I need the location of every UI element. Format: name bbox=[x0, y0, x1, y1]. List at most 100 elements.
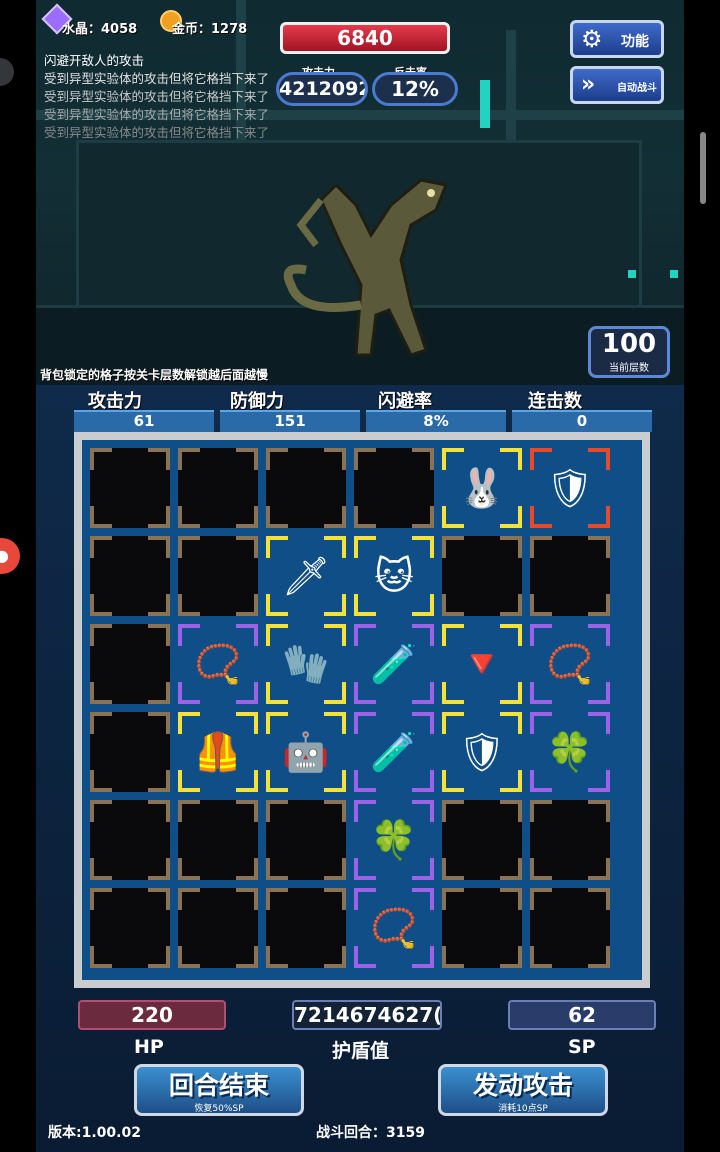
potion-shield-icon: 🧪 bbox=[370, 730, 418, 774]
log-line: 受到异型实验体的攻击但将它格挡下来了 bbox=[44, 89, 270, 104]
battle-log: 闪避开敌人的攻击 受到异型实验体的攻击但将它格挡下来了 受到异型实验体的攻击但将… bbox=[44, 52, 269, 142]
gold-armor-icon: 🛡 bbox=[545, 466, 595, 510]
fast-forward-icon: » bbox=[581, 72, 596, 97]
inventory-slot[interactable] bbox=[90, 800, 170, 880]
log-line: 闪避开敌人的攻击 bbox=[44, 53, 145, 68]
inventory-slot[interactable] bbox=[90, 624, 170, 704]
floor-number: 100 bbox=[601, 329, 657, 359]
enemy-hp-bar: 6840 bbox=[280, 22, 450, 54]
red-robot-icon: 🤖 bbox=[282, 730, 330, 774]
inventory-slot[interactable]: 🍀 bbox=[354, 800, 434, 880]
inventory-slot[interactable]: 📿 bbox=[530, 624, 610, 704]
sp-bar: 62 bbox=[508, 1000, 656, 1030]
clover-icon: 🍀 bbox=[370, 818, 418, 862]
stat-value-dodge: 8% bbox=[366, 410, 506, 432]
game-screen: 水晶：4058 金币：1278 6840 攻击力 4212092 反击率 12%… bbox=[36, 0, 684, 1152]
inventory-slot[interactable] bbox=[90, 888, 170, 968]
sword-icon: 🗡 bbox=[281, 554, 331, 598]
hp-bar: 220 bbox=[78, 1000, 226, 1030]
inventory-slot[interactable]: 🍀 bbox=[530, 712, 610, 792]
inventory-slot[interactable] bbox=[178, 800, 258, 880]
attack-label: 发动攻击 bbox=[472, 1071, 573, 1100]
gauntlet-icon: 🧤 bbox=[282, 642, 330, 686]
battle-scene: 水晶：4058 金币：1278 6840 攻击力 4212092 反击率 12%… bbox=[36, 0, 684, 388]
floating-user-icon[interactable]: ● bbox=[0, 538, 20, 574]
current-floor-box: 100 当前层数 bbox=[588, 326, 670, 378]
inventory-grid: 🐰 🛡 🗡 🐱 📿 🧤 🧪 🔻 📿 🦺 🤖 🧪 🛡 🍀 🍀 📿 bbox=[82, 440, 642, 980]
inventory-slot[interactable]: 🧪 bbox=[354, 624, 434, 704]
inventory-slot[interactable] bbox=[442, 800, 522, 880]
bunny-ears-icon: 🐰 bbox=[458, 466, 506, 510]
inventory-slot[interactable]: 🦺 bbox=[178, 712, 258, 792]
inventory-slot[interactable] bbox=[178, 888, 258, 968]
end-turn-label: 回合结束 bbox=[168, 1071, 269, 1100]
inventory-slot[interactable] bbox=[266, 800, 346, 880]
inventory-slot[interactable] bbox=[530, 888, 610, 968]
inventory-slot[interactable]: 🧤 bbox=[266, 624, 346, 704]
inventory-slot[interactable] bbox=[266, 448, 346, 528]
attack-subtext: 消耗10点SP bbox=[498, 1104, 548, 1114]
red-cape-icon: 🔻 bbox=[458, 642, 506, 686]
inventory-slot[interactable] bbox=[442, 888, 522, 968]
floor-label: 当前层数 bbox=[609, 363, 649, 374]
inventory-slot[interactable]: 📿 bbox=[178, 624, 258, 704]
log-line: 受到异型实验体的攻击但将它格挡下来了 bbox=[44, 107, 270, 122]
battle-round-text: 战斗回合：3159 bbox=[316, 1125, 425, 1141]
attack-button[interactable]: 发动攻击 消耗10点SP bbox=[438, 1064, 608, 1116]
counter-rate-value: 12% bbox=[372, 72, 458, 106]
inventory-slot[interactable]: 🐱 bbox=[354, 536, 434, 616]
clover-icon: 🍀 bbox=[546, 730, 594, 774]
function-button[interactable]: ⚙ 功能 bbox=[570, 20, 664, 58]
gold-count: 1278 bbox=[211, 22, 248, 37]
inventory-slot[interactable]: 📿 bbox=[354, 888, 434, 968]
inventory-slot[interactable] bbox=[530, 536, 610, 616]
inventory-slot[interactable] bbox=[530, 800, 610, 880]
shield-bar: 7214674627( bbox=[292, 1000, 442, 1030]
floating-chat-icon[interactable] bbox=[0, 58, 14, 86]
lucky-cat-icon: 🐱 bbox=[374, 554, 414, 598]
gold-label: 金币： bbox=[172, 22, 212, 37]
potion-shield-icon: 🧪 bbox=[370, 642, 418, 686]
inventory-slot[interactable] bbox=[354, 448, 434, 528]
inventory-slot[interactable]: 🛡 bbox=[530, 448, 610, 528]
stat-value-defense: 151 bbox=[220, 410, 360, 432]
auto-battle-button[interactable]: » 自动战斗 bbox=[570, 66, 664, 104]
inventory-slot[interactable]: 🤖 bbox=[266, 712, 346, 792]
inventory-slot[interactable]: 🗡 bbox=[266, 536, 346, 616]
inventory-slot[interactable] bbox=[90, 536, 170, 616]
inventory-slot[interactable]: 🛡 bbox=[442, 712, 522, 792]
attack-power-value: 4212092 bbox=[276, 72, 368, 106]
hp-label: HP bbox=[134, 1036, 164, 1058]
scrollbar[interactable] bbox=[700, 132, 706, 204]
inventory-slot[interactable]: 🐰 bbox=[442, 448, 522, 528]
inventory-unlock-hint: 背包锁定的格子按关卡层数解锁越后面越慢 bbox=[40, 368, 269, 382]
sp-label: SP bbox=[568, 1036, 596, 1058]
necklace-icon: 📿 bbox=[546, 642, 594, 686]
inventory-slot[interactable] bbox=[178, 448, 258, 528]
gear-icon: ⚙ bbox=[581, 25, 603, 53]
inventory-slot[interactable] bbox=[90, 712, 170, 792]
necklace-icon: 📿 bbox=[194, 642, 242, 686]
inventory-slot[interactable] bbox=[90, 448, 170, 528]
stat-value-combo: 0 bbox=[512, 410, 652, 432]
log-line: 受到异型实验体的攻击但将它格挡下来了 bbox=[44, 125, 270, 140]
end-turn-button[interactable]: 回合结束 恢复50%SP bbox=[134, 1064, 304, 1116]
auto-battle-label: 自动战斗 bbox=[617, 83, 657, 94]
inventory-slot[interactable] bbox=[442, 536, 522, 616]
inventory-slot[interactable]: 🔻 bbox=[442, 624, 522, 704]
crystal-label: 水晶： bbox=[62, 22, 102, 37]
stat-value-attack: 61 bbox=[74, 410, 214, 432]
necklace-icon: 📿 bbox=[370, 906, 418, 950]
golden-shield-icon: 🛡 bbox=[457, 730, 507, 774]
inventory-slot[interactable]: 🧪 bbox=[354, 712, 434, 792]
red-armor-icon: 🦺 bbox=[194, 730, 242, 774]
crystal-count: 4058 bbox=[101, 22, 138, 37]
function-label: 功能 bbox=[621, 34, 649, 50]
end-turn-subtext: 恢复50%SP bbox=[194, 1104, 244, 1114]
inventory-slot[interactable] bbox=[266, 888, 346, 968]
inventory-slot[interactable] bbox=[178, 536, 258, 616]
alien-monster[interactable] bbox=[261, 165, 471, 365]
log-line: 受到异型实验体的攻击但将它格挡下来了 bbox=[44, 71, 270, 86]
version-text: 版本:1.00.02 bbox=[48, 1125, 141, 1141]
shield-label: 护盾值 bbox=[332, 1040, 390, 1062]
